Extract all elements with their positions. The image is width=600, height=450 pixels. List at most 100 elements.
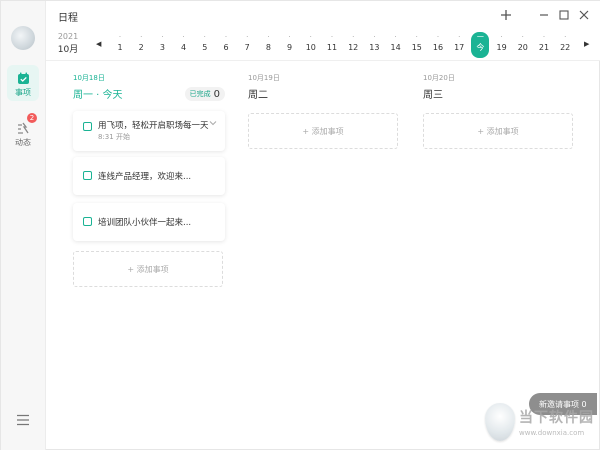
completed-label: 已完成: [189, 90, 211, 98]
left-rail: 事项 动态 2: [1, 1, 46, 450]
task-title: 培训团队小伙伴一起来...: [98, 218, 192, 228]
day-marker: ·: [521, 33, 524, 41]
task-card[interactable]: 连线产品经理，欢迎来...: [73, 157, 225, 195]
day-marker: ·: [118, 33, 122, 41]
add-icon[interactable]: [498, 7, 514, 23]
day-cell[interactable]: · 20: [514, 32, 532, 58]
day-cell[interactable]: · 7: [238, 32, 256, 58]
prev-arrow-icon[interactable]: ◀: [96, 40, 101, 48]
day-cell[interactable]: · 1: [111, 32, 129, 58]
day-number: 22: [560, 43, 571, 52]
day-cell[interactable]: · 16: [429, 32, 447, 58]
day-marker: ·: [415, 33, 418, 41]
chevron-down-icon[interactable]: [209, 119, 217, 128]
task-time: 8:31 开始: [98, 133, 130, 141]
day-cell[interactable]: · 11: [323, 32, 341, 58]
day-number: 1: [117, 43, 123, 52]
add-task-button[interactable]: + 添加事项: [248, 113, 398, 149]
day-cell[interactable]: · 3: [153, 32, 171, 58]
day-cell[interactable]: · 13: [365, 32, 383, 58]
year-month[interactable]: 2021 10月: [56, 32, 80, 55]
day-cell-today[interactable]: 一今: [471, 32, 490, 58]
day-cell[interactable]: · 19: [493, 32, 511, 58]
watermark-url: www.downxia.com: [519, 429, 585, 437]
task-checkbox[interactable]: [83, 171, 92, 180]
day-marker: ·: [140, 33, 143, 41]
day-number: 今: [476, 43, 485, 52]
day-cell[interactable]: · 17: [450, 32, 468, 58]
day-number: 20: [517, 43, 528, 52]
add-task-button[interactable]: + 添加事项: [73, 251, 223, 287]
day-cell[interactable]: · 22: [556, 32, 574, 58]
add-task-button[interactable]: + 添加事项: [423, 113, 573, 149]
day-cell[interactable]: · 14: [387, 32, 405, 58]
day-number: 7: [244, 43, 250, 52]
column-date: 10月19日: [248, 74, 280, 82]
day-cell[interactable]: · 12: [344, 32, 362, 58]
day-number: 19: [496, 43, 507, 52]
menu-icon[interactable]: [16, 411, 30, 426]
day-number: 16: [432, 43, 444, 52]
window-title: 日程: [58, 13, 78, 24]
avatar[interactable]: [11, 26, 35, 50]
day-number: 3: [159, 43, 165, 52]
calendar-check-icon: [16, 71, 30, 85]
day-marker: ·: [203, 33, 206, 41]
day-number: 2: [138, 43, 144, 52]
day-cell[interactable]: · 2: [132, 32, 150, 58]
day-marker: ·: [161, 33, 164, 41]
column-date: 10月18日: [73, 74, 105, 82]
activity-icon: [16, 121, 30, 135]
column-heading: 周三: [423, 90, 443, 101]
day-number: 21: [538, 43, 550, 52]
close-icon[interactable]: [576, 7, 592, 23]
rail-item-tasks[interactable]: 事项: [7, 65, 39, 101]
app-window: 事项 动态 2 日程 2021 10月 ◀ · 1 · 2 · 3 · 4 · …: [0, 0, 600, 450]
day-marker: ·: [458, 33, 461, 41]
day-number: 11: [326, 43, 338, 52]
rail-item-label: 事项: [15, 88, 31, 97]
day-marker: ·: [246, 33, 249, 41]
day-marker: 一: [476, 33, 484, 41]
minimize-icon[interactable]: [536, 7, 552, 23]
day-marker: ·: [267, 33, 270, 41]
completed-pill[interactable]: 已完成 0: [184, 87, 225, 101]
day-cell[interactable]: · 10: [302, 32, 320, 58]
day-number: 5: [202, 43, 208, 52]
task-checkbox[interactable]: [83, 122, 92, 131]
day-marker: ·: [394, 33, 397, 41]
day-number: 9: [287, 43, 293, 52]
day-marker: ·: [330, 33, 334, 41]
watermark-logo-icon: [485, 403, 515, 441]
day-cell[interactable]: · 9: [281, 32, 299, 58]
day-number: 4: [181, 43, 187, 52]
task-title: 用飞项，轻松开启职场每一天: [98, 121, 209, 131]
task-card[interactable]: 培训团队小伙伴一起来...: [73, 203, 225, 241]
day-cell[interactable]: · 21: [535, 32, 553, 58]
rail-item-activity[interactable]: 动态 2: [7, 113, 39, 151]
day-marker: ·: [500, 33, 503, 41]
day-cell[interactable]: · 6: [217, 32, 235, 58]
day-marker: ·: [436, 33, 440, 41]
title-bar: 日程: [46, 1, 600, 29]
month-label: 10月: [57, 45, 79, 55]
day-marker: ·: [309, 33, 312, 41]
day-number: 10: [305, 43, 316, 52]
task-title: 连线产品经理，欢迎来...: [98, 172, 192, 182]
new-invites-button[interactable]: 新邀请事项 0: [529, 393, 597, 415]
task-checkbox[interactable]: [83, 217, 92, 226]
task-card[interactable]: 用飞项，轻松开启职场每一天 8:31 开始: [73, 111, 225, 151]
maximize-icon[interactable]: [556, 7, 572, 23]
day-cell[interactable]: · 15: [408, 32, 426, 58]
next-arrow-icon[interactable]: ▶: [584, 40, 589, 48]
day-marker: ·: [564, 33, 567, 41]
day-cell[interactable]: · 5: [196, 32, 214, 58]
day-number: 17: [454, 43, 465, 52]
column-heading: 周二: [248, 90, 268, 101]
rail-item-label: 动态: [15, 138, 31, 147]
day-cell[interactable]: · 8: [259, 32, 277, 58]
day-number: 8: [265, 43, 271, 52]
day-marker: ·: [542, 33, 546, 41]
day-cell[interactable]: · 4: [175, 32, 193, 58]
notification-badge: 2: [27, 113, 37, 123]
